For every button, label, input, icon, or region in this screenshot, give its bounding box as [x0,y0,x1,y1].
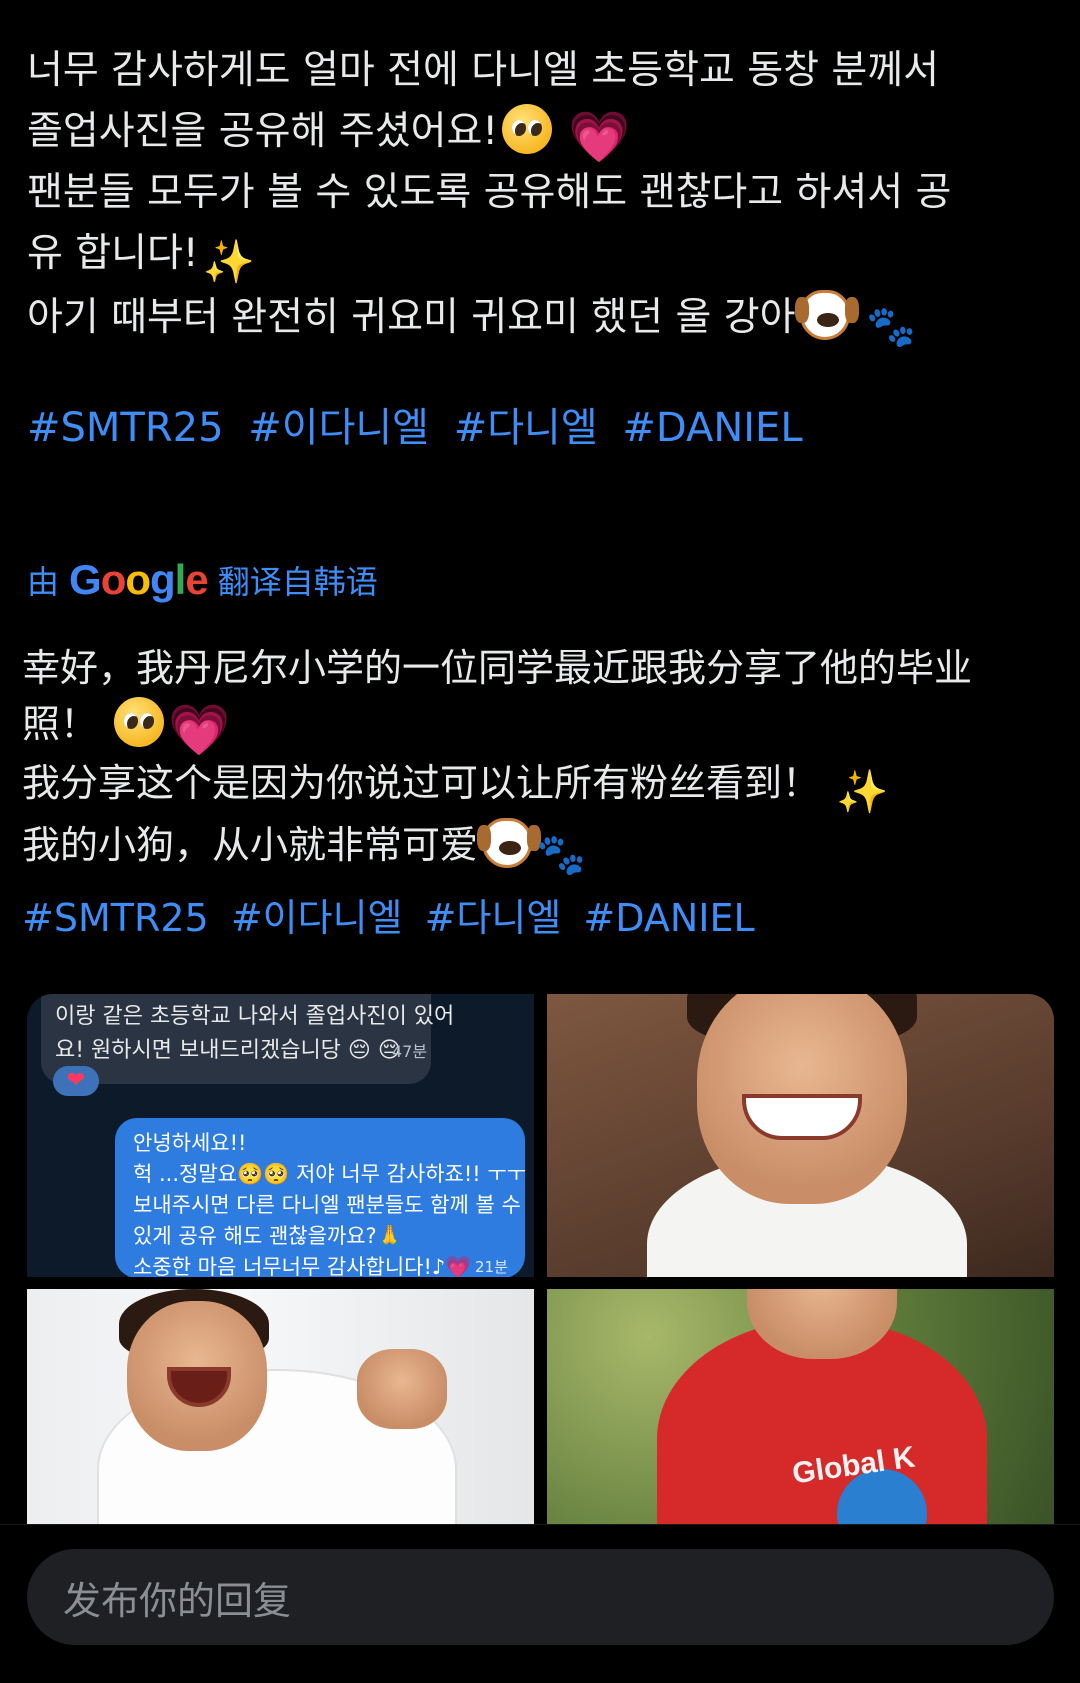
tweet-line: 너무 감사하게도 얼마 전에 다니엘 초등학교 동창 분께서 [27,48,940,93]
translated-hashtags: #SMTR25 #이다니엘 #다니엘 #DANIEL [22,887,765,942]
media-grid: 이랑 같은 초등학교 나와서 졸업사진이 있어 요! 원하시면 보내드리겠습니당… [27,994,1054,1524]
sparkles-icon: ✨ [836,767,889,816]
reply-input[interactable]: 发布你的回复 [27,1549,1054,1645]
hashtag-link[interactable]: #이다니엘 [248,405,429,451]
tweet-text: 너무 감사하게도 얼마 전에 다니엘 초등학교 동창 분께서 졸업사진을 공유해… [27,40,1047,352]
paw-prints-icon: 🐾 [536,832,586,878]
photo-smile [742,1094,862,1140]
hashtag-link[interactable]: #DANIEL [583,896,754,940]
red-shirt-boy-photo[interactable]: Global K [547,1289,1054,1524]
pink-heart-icon: 💗 [568,108,631,166]
tweet-line: 졸업사진을 공유해 주셨어요! 💗 [27,101,1047,162]
paw-prints-icon: 🐾 [866,304,916,350]
tweet-line: 유 합니다!✨ [27,231,255,286]
translated-text: 幸好，我丹尼尔小学的一位同学最近跟我分享了他的毕业 照！ 💗 我分享这个是因为你… [22,640,1062,880]
dog-face-icon [794,290,850,340]
translated-line: 我的小狗，从小就非常可爱 🐾 [22,817,1062,880]
chat-screenshot-image[interactable]: 이랑 같은 초등학교 나와서 졸업사진이 있어 요! 원하시면 보내드리겠습니당… [27,994,534,1277]
translated-line: 我分享这个是因为你说过可以让所有粉丝看到！ ✨ [22,761,889,816]
pink-heart-icon: 💗 [168,701,231,759]
chat-timestamp: 21분 [475,1258,508,1276]
sparkles-icon: ✨ [202,237,255,286]
dog-face-icon [477,818,533,868]
pleading-face-icon [502,104,552,154]
translated-by-prefix: 由 [27,563,60,601]
hashtag-link[interactable]: #SMTR25 [27,405,224,451]
translated-line: 照！ 💗 [22,696,1062,755]
tweet-line: 아기 때부터 완전히 귀요미 귀요미 했던 울 강아 🐾 [27,287,1047,352]
chat-sent-bubble: 안녕하세요!! 헉 ...정말요🥺🥺 저야 너무 감사하죠!! ㅜㅜ 보내주시면… [115,1118,526,1277]
translated-by-suffix: 翻译自韩语 [217,563,378,601]
hashtag-link[interactable]: #다니엘 [425,896,562,940]
photo-raised-arm [357,1349,447,1429]
pleading-face-icon [114,697,165,747]
heart-reaction-icon: ❤ [53,1066,99,1096]
hashtag-link[interactable]: #DANIEL [622,405,802,451]
smiling-boy-photo[interactable] [547,994,1054,1277]
translated-by-google-link[interactable]: 由 Google 翻译自韩语 [27,556,378,604]
chat-received-bubble: 이랑 같은 초등학교 나와서 졸업사진이 있어 요! 원하시면 보내드리겠습니당… [41,994,454,1084]
hashtag-link[interactable]: #SMTR25 [22,896,209,940]
hashtag-link[interactable]: #이다니엘 [231,896,403,940]
translated-line: 幸好，我丹尼尔小学的一位同学最近跟我分享了他的毕业 [22,646,973,690]
tweet-line: 팬분들 모두가 볼 수 있도록 공유해도 괜찮다고 하셔서 공 [27,170,952,215]
reply-placeholder: 发布你的回复 [63,1578,292,1623]
hashtag-link[interactable]: #다니엘 [454,405,598,451]
laughing-boy-photo[interactable] [27,1289,534,1524]
chat-timestamp: 47분 [392,1042,428,1061]
google-logo: Google [69,556,209,603]
reply-bar: 发布你的回复 [0,1524,1080,1683]
tweet-hashtags: #SMTR25 #이다니엘 #다니엘 #DANIEL [27,395,815,453]
